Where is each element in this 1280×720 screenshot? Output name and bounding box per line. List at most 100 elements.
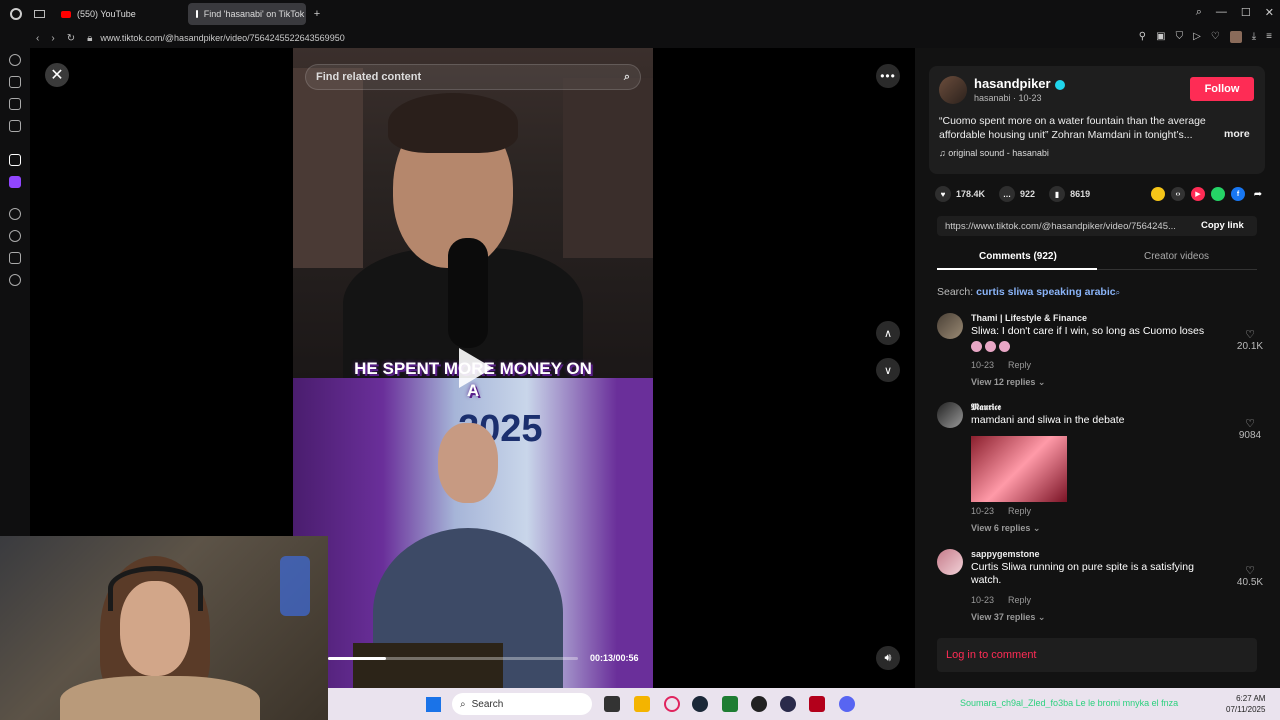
creator-username[interactable]: hasandpiker xyxy=(974,76,1065,91)
tab-tiktok[interactable]: Find 'hasanabi' on TikTok xyxy=(187,3,306,25)
toolbar-icons: ⚲ ▣ ⛉ ▷ ♡ ⤓ ≡ xyxy=(1139,31,1272,43)
video-player[interactable]: 2025 Find related content ⌕ HE SPENT MOR… xyxy=(293,48,653,688)
previous-video-button[interactable]: ∧ xyxy=(876,321,900,345)
task-view-icon[interactable] xyxy=(604,696,620,712)
close-window-button[interactable]: ✕ xyxy=(1265,6,1274,19)
taskbar-clock[interactable]: 6:27 AM 07/11/2025 xyxy=(1226,693,1265,715)
app-icon[interactable] xyxy=(780,696,796,712)
discord-icon[interactable] xyxy=(839,696,855,712)
tiktok-sidebar-icon[interactable] xyxy=(9,154,21,166)
comment-username[interactable]: Thami | Lifestyle & Finance xyxy=(971,313,1087,323)
clock-icon[interactable] xyxy=(9,230,21,242)
tab-overview-icon[interactable] xyxy=(34,10,45,18)
comment-icon: … xyxy=(999,186,1016,202)
extensions-icon[interactable] xyxy=(9,252,21,264)
whatsapp-icon[interactable] xyxy=(1211,187,1225,201)
opera-gx-icon[interactable] xyxy=(664,696,680,712)
comment-stat[interactable]: … 922 xyxy=(999,186,1035,202)
obs-icon[interactable] xyxy=(751,696,767,712)
play-icon[interactable] xyxy=(459,348,493,388)
tab-youtube[interactable]: (550) YouTube xyxy=(53,3,144,25)
play-icon[interactable]: ▷ xyxy=(1193,31,1201,43)
video-progress-bar[interactable] xyxy=(328,657,578,660)
like-stat[interactable]: ♥ 178.4K xyxy=(935,186,985,202)
profile-avatar[interactable] xyxy=(1229,31,1242,43)
avatar[interactable] xyxy=(937,402,963,428)
reload-icon[interactable]: ↻ xyxy=(67,33,75,44)
post-description: “Cuomo spent more on a water fountain th… xyxy=(939,115,1206,141)
save-stat[interactable]: ▮ 8619 xyxy=(1049,186,1090,202)
next-video-button[interactable]: ∨ xyxy=(876,358,900,382)
comment-date: 10-23 xyxy=(971,360,995,370)
avatar[interactable] xyxy=(937,313,963,339)
login-to-comment-button[interactable]: Log in to comment xyxy=(937,638,1257,672)
copy-link-button[interactable]: Copy link xyxy=(1201,220,1244,231)
facebook-icon[interactable]: f xyxy=(1231,187,1245,201)
shield-icon[interactable]: ⛉ xyxy=(1176,31,1184,43)
replies-label: View 12 replies xyxy=(971,377,1036,387)
more-button[interactable]: more xyxy=(1224,128,1250,140)
reply-button[interactable]: Reply xyxy=(1008,360,1031,370)
comment-username[interactable]: 𝕸𝖆𝖚𝖗𝖎𝖈𝖊 xyxy=(971,402,1001,413)
taskbar-search[interactable]: ⌕ Search xyxy=(452,693,592,715)
music-info[interactable]: ♫ original sound - hasanabi xyxy=(939,148,1049,158)
history-icon[interactable] xyxy=(9,54,21,66)
new-tab-button[interactable]: + xyxy=(314,8,320,20)
terminal-icon[interactable] xyxy=(722,696,738,712)
back-icon[interactable]: ‹ xyxy=(36,33,39,44)
m-app-icon[interactable] xyxy=(9,120,21,132)
comment-like[interactable]: ♡ 9084 xyxy=(1233,417,1267,441)
maximize-button[interactable]: ☐ xyxy=(1241,6,1251,19)
pin-icon[interactable]: ⚲ xyxy=(1139,31,1146,43)
opera-logo-icon[interactable] xyxy=(10,8,22,20)
creator-handle: hasanabi · 10-23 xyxy=(974,93,1042,103)
tab-creator-videos[interactable]: Creator videos xyxy=(1144,251,1209,262)
comment-like[interactable]: ♡ 20.1K xyxy=(1233,328,1267,352)
tab-comments[interactable]: Comments (922) xyxy=(979,251,1057,262)
emoji-icon xyxy=(985,341,996,352)
taskbar-search-label: Search xyxy=(471,698,504,710)
steam-icon[interactable] xyxy=(692,696,708,712)
more-options-button[interactable]: ••• xyxy=(876,64,900,88)
twitch-icon[interactable] xyxy=(9,176,21,188)
app-icon[interactable] xyxy=(809,696,825,712)
share-icons: ‹› ▶ f ➦ xyxy=(1151,187,1265,201)
view-replies-button[interactable]: View 12 replies ⌄ xyxy=(971,377,1045,388)
share-arrow-icon[interactable]: ➦ xyxy=(1251,187,1265,201)
reply-button[interactable]: Reply xyxy=(1008,506,1031,516)
ai-icon[interactable] xyxy=(9,76,21,88)
coin-icon[interactable] xyxy=(1151,187,1165,201)
reply-button[interactable]: Reply xyxy=(1008,595,1031,605)
username-text: hasandpiker xyxy=(974,76,1051,91)
player-icon[interactable] xyxy=(9,208,21,220)
comment-username[interactable]: sappygemstone xyxy=(971,549,1040,559)
search-icon[interactable]: ⌕ xyxy=(624,71,630,84)
file-explorer-icon[interactable] xyxy=(634,696,650,712)
background-shelf xyxy=(293,68,363,268)
download-icon[interactable]: ⤓ xyxy=(1252,31,1256,43)
snapshot-icon[interactable]: ▣ xyxy=(1156,31,1165,43)
avatar[interactable] xyxy=(937,549,963,575)
view-replies-button[interactable]: View 6 replies ⌄ xyxy=(971,523,1040,534)
forward-icon[interactable]: › xyxy=(51,33,54,44)
related-search-input[interactable]: Find related content ⌕ xyxy=(305,64,641,90)
search-prefix: Search: xyxy=(937,286,977,298)
settings-icon[interactable] xyxy=(9,274,21,286)
heart-icon[interactable]: ♡ xyxy=(1211,31,1220,43)
search-icon[interactable]: ⌕ xyxy=(1196,6,1202,19)
wallet-icon[interactable] xyxy=(9,98,21,110)
close-video-button[interactable]: ✕ xyxy=(45,63,69,87)
windows-start-icon[interactable] xyxy=(426,697,441,712)
comment-like[interactable]: ♡ 40.5K xyxy=(1233,564,1267,588)
view-replies-button[interactable]: View 37 replies ⌄ xyxy=(971,612,1045,623)
address-field[interactable]: www.tiktok.com/@hasandpiker/video/756424… xyxy=(100,33,344,43)
follow-button[interactable]: Follow xyxy=(1190,77,1254,101)
send-icon[interactable]: ▶ xyxy=(1191,187,1205,201)
creator-avatar[interactable] xyxy=(939,76,967,104)
embed-icon[interactable]: ‹› xyxy=(1171,187,1185,201)
minimize-button[interactable]: — xyxy=(1216,6,1227,19)
menu-icon[interactable]: ≡ xyxy=(1266,31,1272,43)
comment-search-suggestion[interactable]: Search: curtis sliwa speaking arabic⌕ xyxy=(937,286,1120,298)
comment-image[interactable] xyxy=(971,436,1067,502)
volume-icon[interactable]: 🔊︎ xyxy=(876,646,900,670)
